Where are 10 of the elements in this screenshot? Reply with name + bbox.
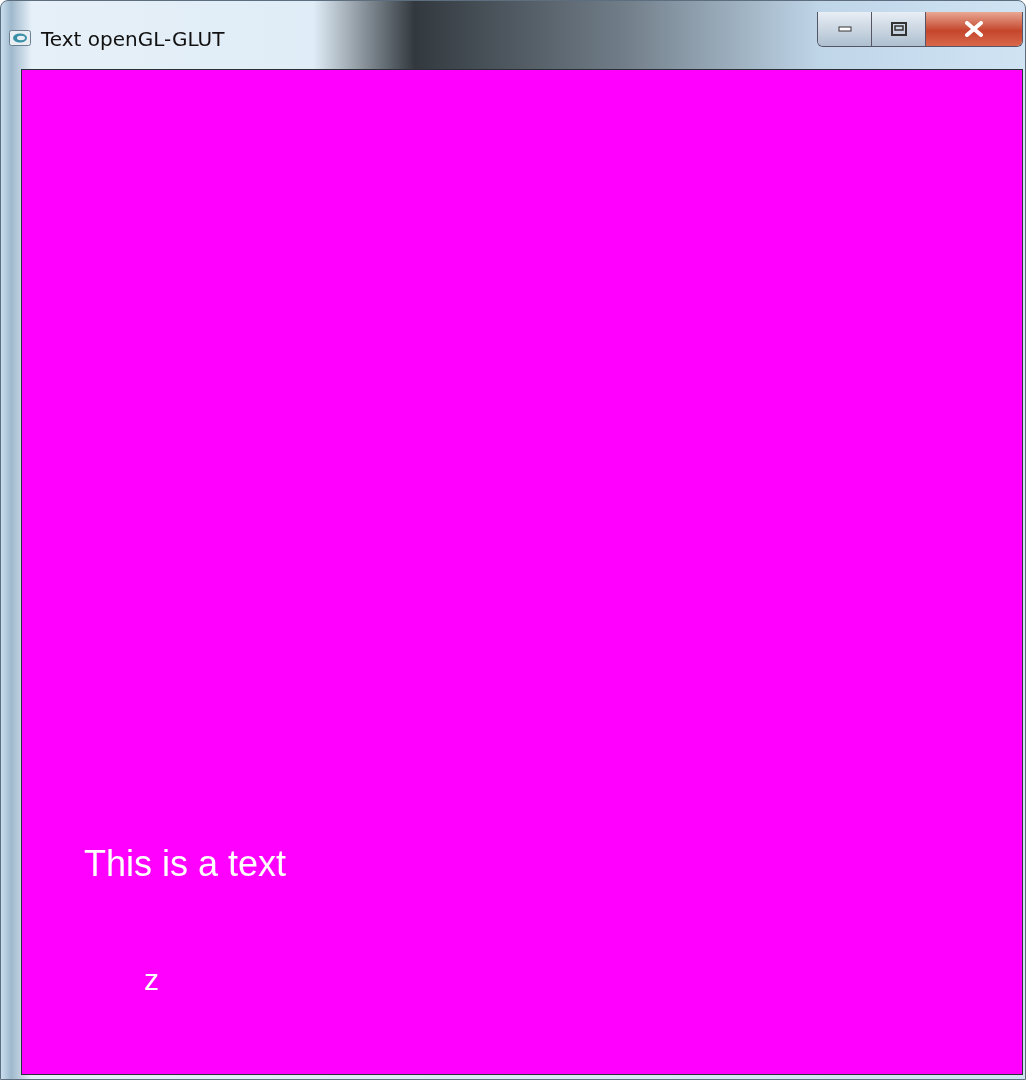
window-title: Text openGL-GLUT (41, 27, 225, 51)
app-icon (9, 30, 31, 46)
canvas-text: z (144, 962, 159, 998)
minimize-icon (837, 26, 852, 32)
canvas-text: This is a text (84, 842, 287, 886)
maximize-icon (890, 22, 907, 36)
close-button[interactable] (926, 12, 1022, 46)
close-icon (964, 21, 984, 37)
maximize-button[interactable] (872, 12, 926, 46)
minimize-button[interactable] (818, 12, 872, 46)
